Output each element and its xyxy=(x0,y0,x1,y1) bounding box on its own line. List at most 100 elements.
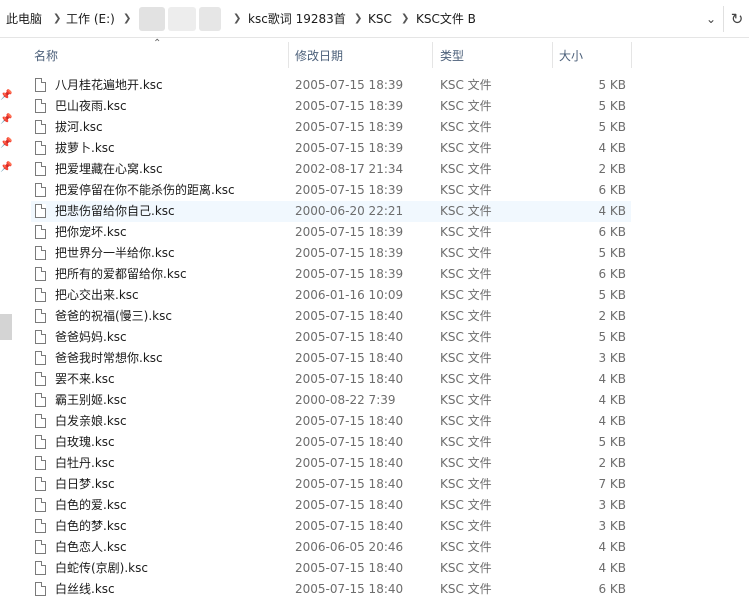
file-row[interactable]: 白色恋人.ksc 2006-06-05 20:46 KSC 文件 4 KB xyxy=(31,537,631,558)
file-type: KSC 文件 xyxy=(440,456,492,470)
file-name: 白牡丹.ksc xyxy=(55,456,115,470)
column-divider[interactable] xyxy=(552,42,553,68)
pin-icon[interactable]: 📌 xyxy=(0,161,12,175)
file-row[interactable]: 把悲伤留给你自己.ksc 2000-06-20 22:21 KSC 文件 4 KB xyxy=(31,201,631,222)
column-header-row: ⌃ 名称 修改日期 类型 大小 xyxy=(0,38,749,72)
file-icon xyxy=(35,582,46,596)
file-row[interactable]: 把你宠坏.ksc 2005-07-15 18:39 KSC 文件 6 KB xyxy=(31,222,631,243)
file-size: 5 KB xyxy=(598,288,626,302)
file-modified-date: 2005-07-15 18:40 xyxy=(295,351,404,365)
file-type: KSC 文件 xyxy=(440,78,492,92)
column-header-name[interactable]: 名称 xyxy=(34,48,58,64)
file-size: 4 KB xyxy=(598,561,626,575)
pin-icon[interactable]: 📌 xyxy=(0,137,12,151)
chevron-right-icon[interactable]: ❯ xyxy=(123,11,131,27)
refresh-icon[interactable]: ↻ xyxy=(727,4,747,34)
file-row[interactable]: 把所有的爱都留给你.ksc 2005-07-15 18:39 KSC 文件 6 KB xyxy=(31,264,631,285)
breadcrumb-ksc-lyrics[interactable]: ksc歌词 19283首 xyxy=(248,11,346,27)
chevron-right-icon[interactable]: ❯ xyxy=(401,11,409,27)
file-icon xyxy=(35,393,46,407)
breadcrumb-drive-e[interactable]: 工作 (E:) xyxy=(66,11,115,27)
breadcrumb-ksc[interactable]: KSC xyxy=(368,11,392,27)
file-name: 白色的梦.ksc xyxy=(55,519,127,533)
file-row[interactable]: 拔萝卜.ksc 2005-07-15 18:39 KSC 文件 4 KB xyxy=(31,138,631,159)
file-modified-date: 2005-07-15 18:40 xyxy=(295,330,404,344)
column-header-date[interactable]: 修改日期 xyxy=(295,48,343,64)
file-icon xyxy=(35,372,46,386)
file-row[interactable]: 白蛇传(京剧).ksc 2005-07-15 18:40 KSC 文件 4 KB xyxy=(31,558,631,579)
column-header-type[interactable]: 类型 xyxy=(440,48,464,64)
pin-icon[interactable]: 📌 xyxy=(0,113,12,127)
file-modified-date: 2005-07-15 18:40 xyxy=(295,414,404,428)
file-name: 八月桂花遍地开.ksc xyxy=(55,78,163,92)
file-name: 把世界分一半给你.ksc xyxy=(55,246,175,260)
file-type: KSC 文件 xyxy=(440,246,492,260)
file-type: KSC 文件 xyxy=(440,351,492,365)
chevron-right-icon[interactable]: ❯ xyxy=(53,11,61,27)
file-size: 4 KB xyxy=(598,204,626,218)
file-modified-date: 2005-07-15 18:40 xyxy=(295,435,404,449)
file-row[interactable]: 白色的爱.ksc 2005-07-15 18:40 KSC 文件 3 KB xyxy=(31,495,631,516)
column-divider[interactable] xyxy=(288,42,289,68)
file-row[interactable]: 白丝线.ksc 2005-07-15 18:40 KSC 文件 6 KB xyxy=(31,579,631,600)
chevron-down-icon[interactable]: ⌄ xyxy=(700,4,722,34)
file-icon xyxy=(35,288,46,302)
file-name: 把心交出来.ksc xyxy=(55,288,139,302)
file-row[interactable]: 白色的梦.ksc 2005-07-15 18:40 KSC 文件 3 KB xyxy=(31,516,631,537)
file-icon xyxy=(35,162,46,176)
file-row[interactable]: 白牡丹.ksc 2005-07-15 18:40 KSC 文件 2 KB xyxy=(31,453,631,474)
file-name: 白日梦.ksc xyxy=(55,477,115,491)
file-row[interactable]: 白发亲娘.ksc 2005-07-15 18:40 KSC 文件 4 KB xyxy=(31,411,631,432)
column-divider[interactable] xyxy=(432,42,433,68)
breadcrumb-ksc-files-b[interactable]: KSC文件 B xyxy=(416,11,476,27)
file-size: 5 KB xyxy=(598,246,626,260)
file-row[interactable]: 白日梦.ksc 2005-07-15 18:40 KSC 文件 7 KB xyxy=(31,474,631,495)
file-icon xyxy=(35,414,46,428)
file-row[interactable]: 爸爸妈妈.ksc 2005-07-15 18:40 KSC 文件 5 KB xyxy=(31,327,631,348)
file-modified-date: 2005-07-15 18:40 xyxy=(295,519,404,533)
chevron-right-icon[interactable]: ❯ xyxy=(354,11,362,27)
file-row[interactable]: 白玫瑰.ksc 2005-07-15 18:40 KSC 文件 5 KB xyxy=(31,432,631,453)
file-icon xyxy=(35,456,46,470)
file-type: KSC 文件 xyxy=(440,477,492,491)
file-row[interactable]: 把爱埋藏在心窝.ksc 2002-08-17 21:34 KSC 文件 2 KB xyxy=(31,159,631,180)
file-name: 白玫瑰.ksc xyxy=(55,435,115,449)
file-icon xyxy=(35,351,46,365)
file-modified-date: 2006-06-05 20:46 xyxy=(295,540,404,554)
file-row[interactable]: 把爱停留在你不能杀伤的距离.ksc 2005-07-15 18:39 KSC 文件 6… xyxy=(31,180,631,201)
address-bar[interactable]: 此电脑 ❯ 工作 (E:) ❯ ❯ ksc歌词 19283首 ❯ KSC ❯ K… xyxy=(0,0,749,38)
file-size: 5 KB xyxy=(598,120,626,134)
file-size: 7 KB xyxy=(598,477,626,491)
file-size: 2 KB xyxy=(598,309,626,323)
file-name: 爸爸妈妈.ksc xyxy=(55,330,127,344)
file-row[interactable]: 巴山夜雨.ksc 2005-07-15 18:39 KSC 文件 5 KB xyxy=(31,96,631,117)
blurred-breadcrumb-segment xyxy=(199,7,221,31)
chevron-right-icon[interactable]: ❯ xyxy=(233,11,241,27)
file-row[interactable]: 把心交出来.ksc 2006-01-16 10:09 KSC 文件 5 KB xyxy=(31,285,631,306)
column-divider[interactable] xyxy=(631,42,632,68)
pin-icon[interactable]: 📌 xyxy=(0,89,12,103)
file-name: 白色恋人.ksc xyxy=(55,540,127,554)
file-type: KSC 文件 xyxy=(440,309,492,323)
file-icon xyxy=(35,540,46,554)
file-type: KSC 文件 xyxy=(440,99,492,113)
file-row[interactable]: 罢不来.ksc 2005-07-15 18:40 KSC 文件 4 KB xyxy=(31,369,631,390)
file-size: 6 KB xyxy=(598,225,626,239)
file-type: KSC 文件 xyxy=(440,540,492,554)
file-name: 爸爸我时常想你.ksc xyxy=(55,351,163,365)
file-row[interactable]: 爸爸我时常想你.ksc 2005-07-15 18:40 KSC 文件 3 KB xyxy=(31,348,631,369)
file-name: 白蛇传(京剧).ksc xyxy=(55,561,148,575)
column-header-size[interactable]: 大小 xyxy=(559,48,583,64)
file-row[interactable]: 拔河.ksc 2005-07-15 18:39 KSC 文件 5 KB xyxy=(31,117,631,138)
file-modified-date: 2005-07-15 18:40 xyxy=(295,309,404,323)
file-row[interactable]: 八月桂花遍地开.ksc 2005-07-15 18:39 KSC 文件 5 KB xyxy=(31,75,631,96)
file-modified-date: 2000-08-22 7:39 xyxy=(295,393,396,407)
file-row[interactable]: 爸爸的祝福(慢三).ksc 2005-07-15 18:40 KSC 文件 2 KB xyxy=(31,306,631,327)
file-row[interactable]: 把世界分一半给你.ksc 2005-07-15 18:39 KSC 文件 5 KB xyxy=(31,243,631,264)
file-modified-date: 2005-07-15 18:39 xyxy=(295,141,404,155)
file-row[interactable]: 霸王别姬.ksc 2000-08-22 7:39 KSC 文件 4 KB xyxy=(31,390,631,411)
file-modified-date: 2005-07-15 18:40 xyxy=(295,477,404,491)
file-name: 霸王别姬.ksc xyxy=(55,393,127,407)
nav-pane-scrollbar-thumb[interactable] xyxy=(0,314,12,340)
breadcrumb-this-pc[interactable]: 此电脑 xyxy=(6,11,42,27)
